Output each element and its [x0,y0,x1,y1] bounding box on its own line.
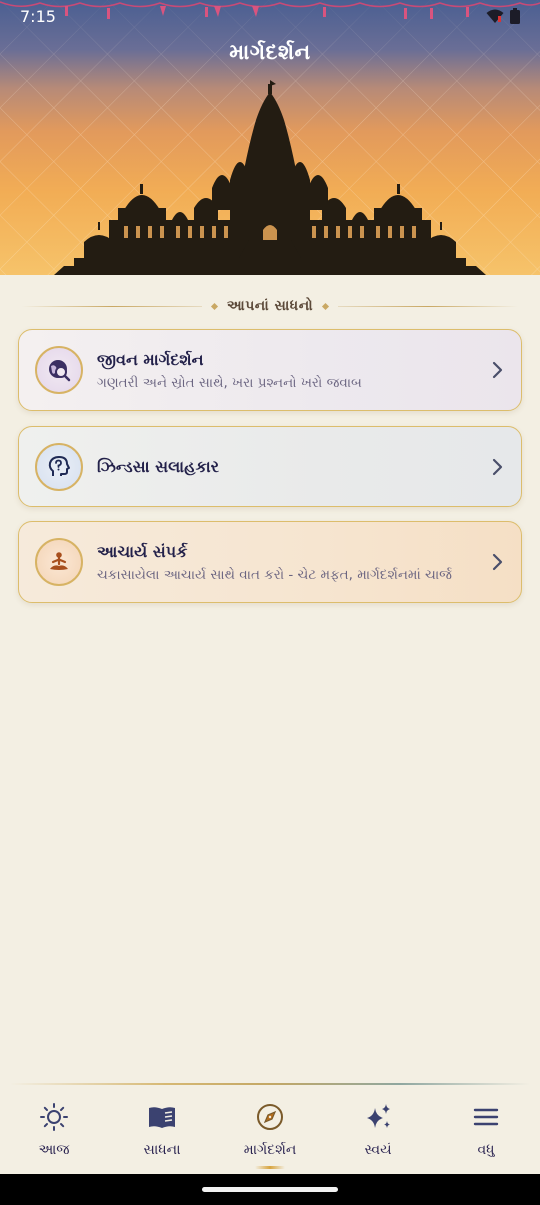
meditation-icon [35,538,83,586]
diamond-icon [322,302,330,310]
nav-item-today[interactable]: આજ [0,1086,108,1174]
nav-item-self[interactable]: સ્વયં [324,1086,432,1174]
bottom-navigation: આજ સાધના માર્ગદર્શન સ્વયં વધુ [0,1086,540,1174]
head-question-icon [35,442,83,491]
status-icons [486,8,520,24]
wifi-icon [486,9,504,23]
nav-label: આજ [38,1142,70,1158]
sparkles-icon [367,1104,390,1128]
nav-label: સ્વયં [364,1142,392,1158]
section-divider-right [338,305,519,307]
nav-label: સાધના [143,1142,181,1158]
book-icon [149,1107,175,1128]
chevron-right-icon [492,553,503,571]
card-title: આચાર્ય સંપર્ક [97,541,188,561]
diamond-icon [210,302,218,310]
card-zindsa-advisor[interactable]: ઝિન્ડસા સલાહકાર [18,426,522,507]
menu-icon [473,1108,499,1126]
nav-item-guidance[interactable]: માર્ગદર્શન [216,1086,324,1174]
status-bar: 7:15 [0,0,540,32]
compass-icon [257,1104,283,1130]
chevron-right-icon [492,458,503,475]
active-tab-indicator [255,1166,285,1169]
nav-label: વધુ [477,1142,495,1158]
chevron-right-icon [492,361,503,379]
card-title: જીવન માર્ગદર્શન [97,349,204,369]
home-indicator[interactable] [202,1187,338,1192]
nav-item-sadhana[interactable]: સાધના [108,1086,216,1174]
nav-label: માર્ગદર્શન [243,1142,297,1158]
nav-item-more[interactable]: વધુ [432,1086,540,1174]
card-life-guidance[interactable]: જીવન માર્ગદર્શન ગણતરી અને સ્રોત સાથે, ખર… [18,329,522,411]
header-banner: 7:15 માર્ગદર્શન [0,0,540,275]
battery-icon [510,8,520,24]
sun-icon [40,1103,68,1131]
status-time: 7:15 [20,6,56,26]
page-title: માર્ગદર્શન [229,40,311,64]
temple-silhouette [54,80,486,275]
nav-divider [10,1083,530,1085]
system-navigation-bar [0,1174,540,1205]
section-heading: આપનાં સાધનો [22,295,519,317]
section-divider-left [22,305,202,307]
card-acharya-contact[interactable]: આચાર્ય સંપર્ક ચકાસાયેલા આચાર્ય સાથે વાત … [18,521,522,603]
section-title: આપનાં સાધનો [226,298,314,314]
card-title: ઝિન્ડસા સલાહકાર [97,456,219,476]
globe-search-icon [35,346,83,394]
card-subtitle: ગણતરી અને સ્રોત સાથે, ખરા પ્રશ્નનો ખરો જ… [97,374,362,391]
card-subtitle: ચકાસાયેલા આચાર્ય સાથે વાત કરો - ચેટ મફત,… [97,566,452,583]
